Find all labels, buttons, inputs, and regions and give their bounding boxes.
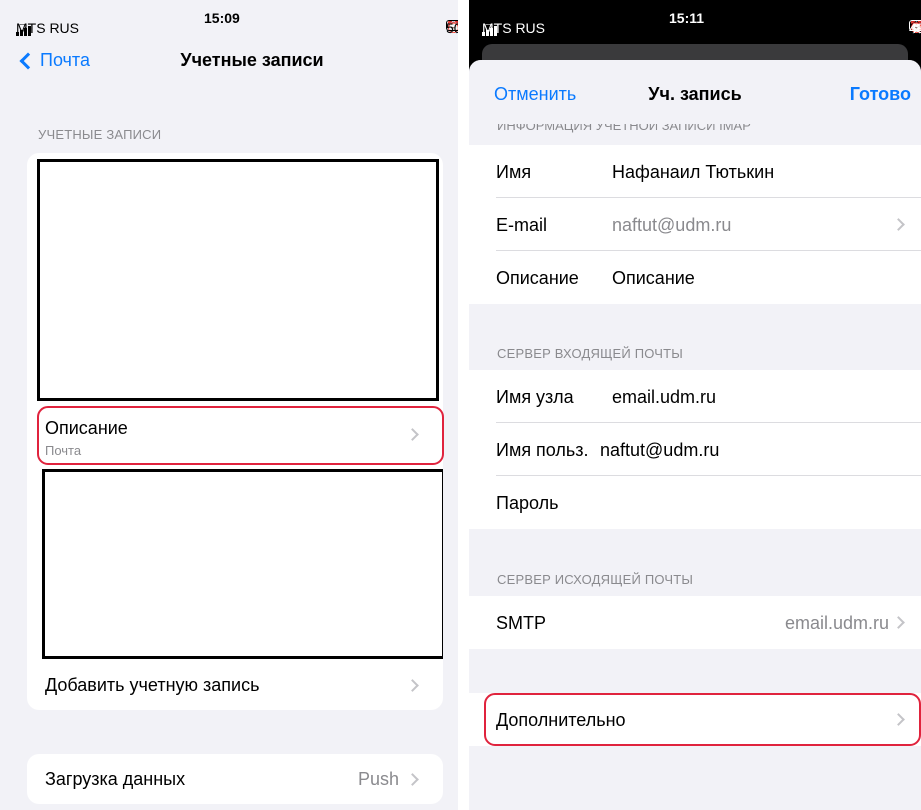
name-row[interactable]: Имя Нафанаил Тютькин: [469, 145, 921, 198]
description-label: Описание: [496, 268, 579, 288]
chevron-right-icon: [406, 773, 419, 786]
fetch-data-row[interactable]: Загрузка данных Push: [27, 754, 443, 804]
highlight-box: [484, 693, 921, 746]
redacted-area: [42, 469, 443, 659]
page-title: Учетные записи: [180, 50, 324, 70]
clock: 15:09: [204, 10, 240, 26]
smtp-label: SMTP: [496, 613, 547, 633]
username-value: naftut@udm.ru: [600, 440, 720, 460]
description-row[interactable]: Описание Описание: [469, 251, 921, 304]
done-button[interactable]: Готово: [850, 84, 911, 105]
section-header-accounts: УЧЕТНЫЕ ЗАПИСИ: [38, 127, 162, 142]
add-account-row[interactable]: Добавить учетную запись: [27, 663, 443, 709]
hostname-row[interactable]: Имя узла email.udm.ru: [469, 370, 921, 423]
name-label: Имя: [496, 162, 532, 182]
smtp-value: email.udm.ru: [784, 613, 889, 633]
description-value: Описание: [612, 268, 695, 288]
username-label: Имя польз.: [496, 440, 589, 460]
clock: 15:11: [669, 10, 705, 26]
incoming-server-group: Имя узла email.udm.ru Имя польз. naftut@…: [469, 370, 921, 529]
email-row[interactable]: E-mail naftut@udm.ru: [469, 198, 921, 251]
navigation-bar: Почта Учетные записи: [0, 46, 458, 78]
sheet-navigation-bar: Отменить Уч. запись Готово: [469, 60, 921, 124]
password-label: Пароль: [496, 493, 559, 513]
add-account-label: Добавить учетную запись: [45, 675, 260, 695]
battery-icon: [909, 20, 921, 31]
wifi-icon: ⌔: [482, 20, 496, 36]
accounts-screen: MTS RUS ⌔ 15:09 ⏰ 50 % Почта Учетные зап…: [0, 0, 458, 810]
password-row[interactable]: Пароль: [469, 476, 921, 529]
fetch-value: Push: [357, 769, 399, 789]
outgoing-server-group: SMTP email.udm.ru: [469, 596, 921, 649]
hostname-value: email.udm.ru: [612, 387, 717, 407]
chevron-right-icon: [892, 616, 905, 629]
email-value: naftut@udm.ru: [612, 215, 732, 235]
highlight-box: [37, 406, 444, 465]
email-label: E-mail: [496, 215, 548, 235]
fetch-label: Загрузка данных: [45, 769, 186, 789]
account-info-group: Имя Нафанаил Тютькин E-mail naftut@udm.r…: [469, 145, 921, 304]
status-bar: MTS RUS ⌔ 15:09 ⏰ 50 %: [0, 0, 458, 36]
hostname-label: Имя узла: [496, 387, 574, 407]
redacted-area: [37, 159, 439, 401]
section-header-incoming: СЕРВЕР ВХОДЯЩЕЙ ПОЧТЫ: [497, 346, 684, 361]
account-settings-screen: MTS RUS ⌔ 15:11 ⏰ 49 % Отменить Уч. запи…: [469, 0, 921, 810]
username-row[interactable]: Имя польз. naftut@udm.ru: [469, 423, 921, 476]
status-bar: MTS RUS ⌔ 15:11 ⏰ 49 %: [469, 0, 921, 36]
chevron-left-icon: [19, 52, 37, 69]
battery-icon: [446, 20, 458, 31]
section-header-outgoing: СЕРВЕР ИСХОДЯЩЕЙ ПОЧТЫ: [497, 572, 694, 587]
chevron-right-icon: [406, 679, 419, 692]
chevron-right-icon: [892, 218, 905, 231]
smtp-row[interactable]: SMTP email.udm.ru: [469, 596, 921, 649]
wifi-icon: ⌔: [16, 20, 30, 36]
name-value: Нафанаил Тютькин: [612, 162, 775, 182]
